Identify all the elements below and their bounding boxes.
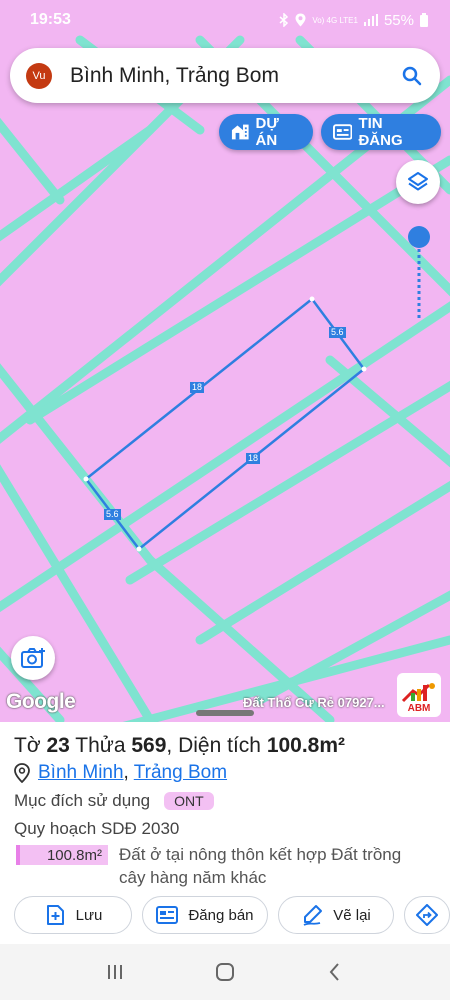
- location-icon: [295, 13, 306, 27]
- sell-button[interactable]: Đăng bán: [142, 896, 268, 934]
- action-bar: Lưu Đăng bán Vẽ lại: [14, 896, 450, 936]
- signal-icon: [363, 14, 378, 26]
- avatar[interactable]: Vu: [26, 62, 52, 89]
- home-icon[interactable]: [213, 960, 237, 984]
- camera-button[interactable]: [11, 636, 55, 680]
- sheet-drag-handle[interactable]: [196, 710, 254, 716]
- camera-icon: [21, 648, 45, 668]
- edge-label: 18: [190, 382, 205, 393]
- listing-icon: [333, 124, 353, 140]
- google-logo: Google: [6, 690, 76, 713]
- sell-label: Đăng bán: [188, 906, 254, 924]
- plan-description: Đất ở tại nông thôn kết hợp Đất trồng câ…: [119, 845, 402, 887]
- post-listing-icon: [156, 906, 179, 924]
- recent-apps-icon[interactable]: [103, 960, 127, 984]
- parcel-area: 100.8m²: [266, 734, 346, 757]
- purpose-row: Mục đích sử dụng ONT: [14, 791, 214, 811]
- ward-link[interactable]: Bình Minh: [38, 762, 124, 783]
- opacity-slider[interactable]: [407, 225, 431, 325]
- sheet-number: 23: [46, 734, 70, 757]
- redraw-icon: [303, 905, 323, 926]
- battery-icon: [420, 13, 428, 27]
- parcel-info-sheet: Tờ 23 Thửa 569, Diện tích 100.8m² Bình M…: [0, 722, 450, 944]
- redraw-label: Vẽ lại: [333, 906, 371, 924]
- search-icon[interactable]: [400, 64, 424, 88]
- status-time: 19:53: [30, 11, 71, 28]
- layers-icon: [408, 172, 428, 191]
- save-button[interactable]: Lưu: [14, 896, 132, 934]
- map-view[interactable]: 18 18 5.6 5.6: [0, 0, 450, 722]
- battery-percent: 55%: [383, 11, 414, 29]
- plan-area-badge: 100.8m²: [16, 845, 108, 865]
- district-link[interactable]: Trảng Bom: [134, 762, 227, 783]
- search-query[interactable]: Bình Minh, Trảng Bom: [70, 64, 400, 88]
- du-an-button[interactable]: DỰ ÁN: [219, 114, 313, 150]
- directions-icon: [416, 904, 438, 926]
- map-caption: Đất Thổ Cư Rẻ 07927...: [243, 695, 385, 710]
- redraw-button[interactable]: Vẽ lại: [278, 896, 394, 934]
- abm-logo[interactable]: ABM: [397, 673, 441, 717]
- layers-button[interactable]: [396, 160, 440, 204]
- edge-label: 18: [246, 453, 261, 464]
- abm-logo-icon: [401, 683, 435, 703]
- edge-label: 5.6: [104, 509, 121, 520]
- building-icon: [231, 124, 249, 140]
- purpose-badge[interactable]: ONT: [164, 792, 214, 810]
- location-row: Bình Minh, Trảng Bom: [14, 762, 227, 784]
- directions-button[interactable]: [404, 896, 450, 934]
- tin-dang-button[interactable]: TIN ĐĂNG: [321, 114, 441, 150]
- location-pin-icon: [14, 763, 30, 783]
- back-icon[interactable]: [323, 960, 347, 984]
- save-icon: [46, 905, 64, 925]
- search-bar[interactable]: Vu Bình Minh, Trảng Bom: [10, 48, 440, 103]
- du-an-label: DỰ ÁN: [255, 115, 279, 149]
- slider-handle: [408, 226, 430, 248]
- abm-logo-text: ABM: [407, 703, 431, 714]
- map-roads: [0, 35, 450, 722]
- parcel-title: Tờ 23 Thửa 569, Diện tích 100.8m²: [14, 734, 346, 757]
- edge-label: 5.6: [329, 327, 346, 338]
- network-indicator: Vo) 4G LTE1: [312, 15, 358, 25]
- status-bar: 19:53 Vo) 4G LTE1 55%: [0, 0, 450, 40]
- save-label: Lưu: [75, 906, 103, 924]
- plan-label: Quy hoạch SDĐ 2030: [14, 819, 180, 838]
- status-icons: Vo) 4G LTE1 55%: [279, 12, 428, 29]
- tin-dang-label: TIN ĐĂNG: [358, 115, 403, 149]
- purpose-label: Mục đích sử dụng: [14, 791, 151, 810]
- parcel-number: 569: [131, 734, 167, 757]
- system-nav-bar: [0, 944, 450, 1000]
- bluetooth-icon: [279, 13, 289, 27]
